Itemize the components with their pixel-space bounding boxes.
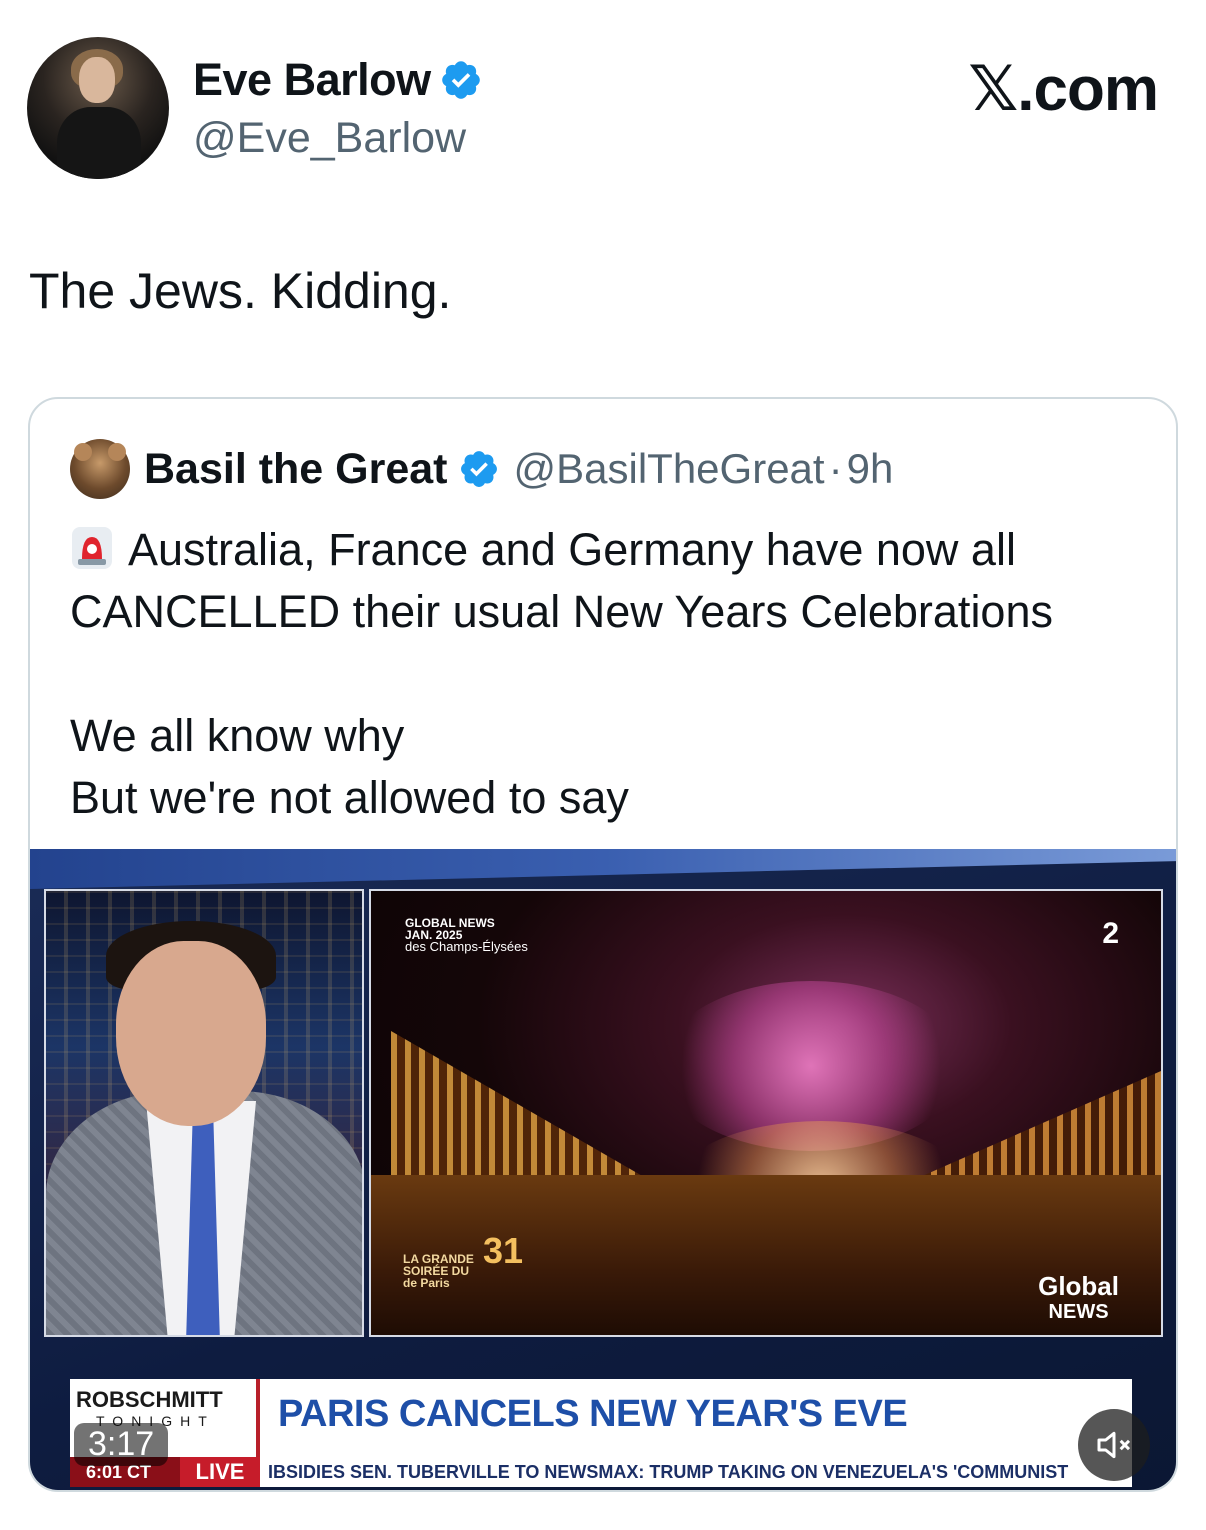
broadcast-stripe [30, 849, 1176, 889]
quoted-author-avatar[interactable] [70, 439, 130, 499]
quoted-line: CANCELLED their usual New Years Celebrat… [70, 586, 1053, 637]
mute-button[interactable] [1078, 1409, 1150, 1481]
quoted-author-name[interactable]: Basil the Great [144, 445, 448, 494]
author-name[interactable]: Eve Barlow [193, 54, 431, 106]
tweet-text: The Jews. Kidding. [29, 263, 452, 319]
ticker-live: LIVE [180, 1457, 260, 1487]
tweet-header: Eve Barlow @Eve_Barlow 𝕏.com [0, 0, 1206, 200]
police-siren-icon [72, 527, 112, 569]
brand-logo: 𝕏.com [968, 55, 1159, 124]
quoted-line [70, 643, 1150, 705]
quoted-author-handle[interactable]: @BasilTheGreat [514, 445, 825, 493]
video-fireworks-pane: GLOBAL NEWS JAN. 2025 des Champs-Élysées… [369, 889, 1163, 1337]
quoted-line: We all know why [70, 710, 405, 761]
video-anchor-pane [44, 889, 364, 1337]
ticker-text: IBSIDIES SEN. TUBERVILLE TO NEWSMAX: TRU… [268, 1461, 1069, 1482]
quoted-tweet[interactable]: Basil the Great @BasilTheGreat · 9h Aust… [28, 397, 1178, 1492]
author-name-row: Eve Barlow [193, 54, 483, 106]
channel-logo: 2 [1102, 917, 1119, 950]
global-news-mark: GLOBAL NEWS JAN. 2025 des Champs-Élysées [405, 916, 528, 954]
video-player[interactable]: GLOBAL NEWS JAN. 2025 des Champs-Élysées… [30, 849, 1176, 1490]
quoted-tweet-header: Basil the Great @BasilTheGreat · 9h [70, 439, 893, 499]
soiree-logo: LA GRANDE SOIRÉE DU de Paris 31 [403, 1230, 524, 1290]
verified-badge-icon [460, 451, 497, 487]
separator-dot: · [828, 445, 843, 492]
lower-third-banner: ROBSCHMITT TONIGHT PARIS CANCELS NEW YEA… [70, 1379, 1132, 1457]
quoted-line: But we're not allowed to say [70, 772, 629, 823]
author-avatar[interactable] [27, 37, 169, 179]
video-duration: 3:17 [74, 1423, 169, 1466]
verified-badge-icon [441, 61, 480, 99]
quoted-tweet-text: Australia, France and Germany have now a… [70, 519, 1150, 829]
global-news-logo: Global NEWS [1038, 1271, 1119, 1323]
banner-headline: PARIS CANCELS NEW YEAR'S EVE [278, 1393, 908, 1435]
news-ticker: 6:01 CT LIVE IBSIDIES SEN. TUBERVILLE TO… [70, 1457, 1132, 1487]
author-handle[interactable]: @Eve_Barlow [193, 114, 466, 163]
speaker-muted-icon [1097, 1431, 1131, 1459]
quoted-line: Australia, France and Germany have now a… [70, 519, 1150, 581]
quoted-timestamp[interactable]: 9h [847, 445, 894, 493]
